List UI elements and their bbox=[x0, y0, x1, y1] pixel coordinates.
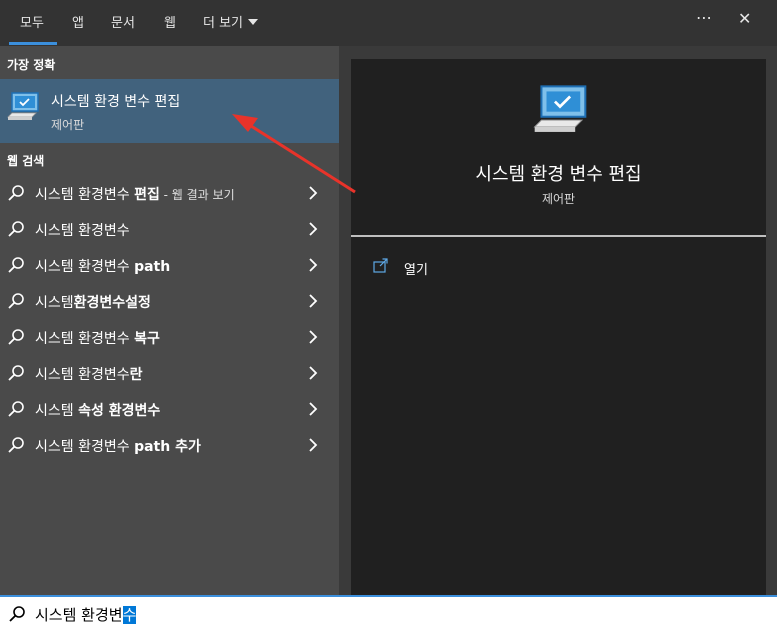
search-text-before: 시스템 환경변 bbox=[35, 606, 123, 624]
web-search-heading: 웹 검색 bbox=[7, 154, 45, 168]
web-result-item[interactable]: 시스템 속성 환경변수 bbox=[0, 391, 339, 427]
web-result-item[interactable]: 시스템 환경변수 편집 - 웹 결과 보기 bbox=[0, 175, 339, 211]
system-pc-icon bbox=[533, 85, 587, 132]
chevron-right-icon bbox=[309, 186, 318, 200]
tab-more[interactable]: 더 보기 bbox=[203, 12, 259, 31]
search-icon bbox=[8, 293, 24, 309]
search-icon bbox=[8, 365, 24, 381]
tab-documents[interactable]: 문서 bbox=[111, 12, 135, 31]
web-result-label: 시스템 환경변수란 bbox=[35, 364, 143, 384]
search-tab-bar: 모두 앱 문서 웹 더 보기 ⋯ ✕ bbox=[0, 0, 777, 46]
web-result-prefix: 시스템 환경변수 bbox=[35, 367, 130, 383]
web-result-label: 시스템 환경변수 bbox=[35, 220, 130, 240]
detail-title: 시스템 환경 변수 편집 bbox=[475, 164, 642, 185]
detail-panel: 시스템 환경 변수 편집 제어판 열기 bbox=[351, 59, 766, 595]
web-result-bold: 란 bbox=[129, 367, 143, 383]
web-result-item[interactable]: 시스템환경변수설정 bbox=[0, 283, 339, 319]
detail-divider bbox=[351, 235, 766, 237]
open-action-label: 열기 bbox=[404, 263, 428, 278]
web-result-item[interactable]: 시스템 환경변수 path 추가 bbox=[0, 427, 339, 463]
active-tab-indicator bbox=[9, 42, 57, 45]
chevron-down-icon bbox=[248, 19, 259, 25]
web-result-bold: path 추가 bbox=[134, 439, 201, 455]
open-icon bbox=[373, 258, 388, 273]
chevron-right-icon bbox=[309, 438, 318, 452]
search-icon bbox=[8, 257, 24, 273]
web-result-label: 시스템 환경변수 path bbox=[35, 256, 170, 276]
tab-more-label: 더 보기 bbox=[203, 16, 244, 31]
tab-web[interactable]: 웹 bbox=[164, 12, 176, 31]
best-match-title: 시스템 환경 변수 편집 bbox=[51, 94, 181, 110]
web-result-item[interactable]: 시스템 환경변수 bbox=[0, 211, 339, 247]
web-result-bold: 복구 bbox=[134, 331, 160, 347]
search-icon bbox=[8, 185, 24, 201]
web-result-bold: path bbox=[134, 259, 171, 275]
results-panel: 가장 정확 시스템 환경 변수 편집 제어판 웹 검색 시스템 환경변수 편집 … bbox=[0, 46, 339, 595]
chevron-right-icon bbox=[309, 402, 318, 416]
search-bar[interactable]: 시스템 환경변수 bbox=[0, 595, 777, 628]
web-result-bold: 편집 bbox=[134, 187, 160, 203]
search-input[interactable]: 시스템 환경변수 bbox=[35, 604, 137, 625]
web-result-label: 시스템 환경변수 path 추가 bbox=[35, 436, 201, 456]
close-icon[interactable]: ✕ bbox=[738, 9, 751, 28]
web-result-label: 시스템 환경변수 편집 - 웹 결과 보기 bbox=[35, 184, 235, 204]
search-icon bbox=[8, 437, 24, 453]
search-icon bbox=[9, 606, 25, 622]
web-result-label: 시스템 속성 환경변수 bbox=[35, 400, 160, 420]
more-options-icon[interactable]: ⋯ bbox=[696, 8, 712, 27]
tab-apps[interactable]: 앱 bbox=[72, 12, 84, 31]
search-icon bbox=[8, 221, 24, 237]
web-result-label: 시스템환경변수설정 bbox=[35, 292, 151, 312]
web-result-bold: 속성 환경변수 bbox=[78, 403, 161, 419]
search-text-selected: 수 bbox=[122, 606, 137, 624]
chevron-right-icon bbox=[309, 222, 318, 236]
system-pc-icon bbox=[7, 92, 39, 120]
web-result-bold: 환경변수설정 bbox=[73, 295, 151, 311]
search-icon bbox=[8, 329, 24, 345]
web-result-prefix: 시스템 bbox=[35, 403, 79, 419]
web-result-prefix: 시스템 환경변수 bbox=[35, 439, 135, 455]
tab-all[interactable]: 모두 bbox=[20, 12, 44, 31]
web-result-prefix: 시스템 환경변수 bbox=[35, 331, 135, 347]
chevron-right-icon bbox=[309, 366, 318, 380]
web-result-label: 시스템 환경변수 복구 bbox=[35, 328, 160, 348]
best-match-heading: 가장 정확 bbox=[7, 58, 56, 72]
best-match-item[interactable]: 시스템 환경 변수 편집 제어판 bbox=[0, 79, 339, 143]
web-result-prefix: 시스템 환경변수 bbox=[35, 259, 135, 275]
web-result-prefix: 시스템 환경변수 bbox=[35, 187, 135, 203]
detail-subtitle: 제어판 bbox=[541, 192, 576, 206]
web-result-item[interactable]: 시스템 환경변수 복구 bbox=[0, 319, 339, 355]
web-result-item[interactable]: 시스템 환경변수 path bbox=[0, 247, 339, 283]
open-action[interactable]: 열기 bbox=[373, 257, 493, 278]
best-match-subtitle: 제어판 bbox=[51, 118, 85, 132]
chevron-right-icon bbox=[309, 294, 318, 308]
web-result-item[interactable]: 시스템 환경변수란 bbox=[0, 355, 339, 391]
chevron-right-icon bbox=[309, 330, 318, 344]
web-result-suffix: - 웹 결과 보기 bbox=[159, 188, 235, 202]
chevron-right-icon bbox=[309, 258, 318, 272]
web-result-prefix: 시스템 환경변수 bbox=[35, 223, 130, 239]
search-icon bbox=[8, 401, 24, 417]
web-result-prefix: 시스템 bbox=[35, 295, 74, 311]
